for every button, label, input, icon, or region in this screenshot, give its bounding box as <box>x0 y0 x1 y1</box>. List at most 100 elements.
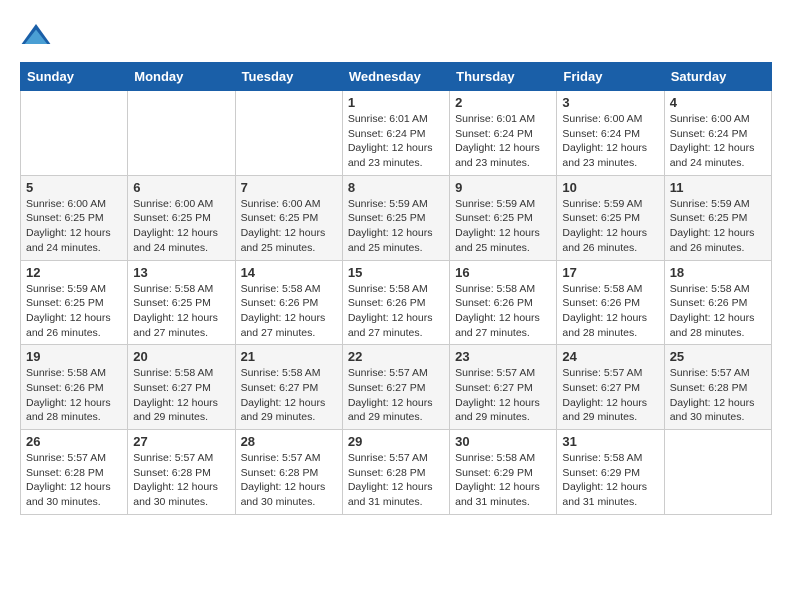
week-row-1: 1Sunrise: 6:01 AMSunset: 6:24 PMDaylight… <box>21 91 772 176</box>
day-info: Sunrise: 5:58 AMSunset: 6:27 PMDaylight:… <box>241 366 337 425</box>
day-number: 28 <box>241 434 337 449</box>
day-info: Sunrise: 5:58 AMSunset: 6:26 PMDaylight:… <box>241 282 337 341</box>
day-info: Sunrise: 5:57 AMSunset: 6:28 PMDaylight:… <box>133 451 229 510</box>
day-info: Sunrise: 5:59 AMSunset: 6:25 PMDaylight:… <box>26 282 122 341</box>
day-number: 22 <box>348 349 444 364</box>
day-number: 11 <box>670 180 766 195</box>
day-number: 8 <box>348 180 444 195</box>
day-cell-10: 10 Sunrise: 5:59 AMSunset: 6:25 PMDayligh… <box>557 175 664 260</box>
day-cell-14: 14 Sunrise: 5:58 AMSunset: 6:26 PMDayligh… <box>235 260 342 345</box>
weekday-header-tuesday: Tuesday <box>235 63 342 91</box>
day-cell-4: 4 Sunrise: 6:00 AMSunset: 6:24 PMDaylight… <box>664 91 771 176</box>
page-header <box>20 20 772 52</box>
weekday-header-row: SundayMondayTuesdayWednesdayThursdayFrid… <box>21 63 772 91</box>
day-info: Sunrise: 6:00 AMSunset: 6:24 PMDaylight:… <box>670 112 766 171</box>
day-cell-13: 13 Sunrise: 5:58 AMSunset: 6:25 PMDayligh… <box>128 260 235 345</box>
day-info: Sunrise: 5:57 AMSunset: 6:27 PMDaylight:… <box>455 366 551 425</box>
day-info: Sunrise: 5:59 AMSunset: 6:25 PMDaylight:… <box>348 197 444 256</box>
day-cell-17: 17 Sunrise: 5:58 AMSunset: 6:26 PMDayligh… <box>557 260 664 345</box>
day-info: Sunrise: 5:57 AMSunset: 6:28 PMDaylight:… <box>26 451 122 510</box>
day-info: Sunrise: 6:00 AMSunset: 6:24 PMDaylight:… <box>562 112 658 171</box>
empty-cell <box>664 430 771 515</box>
empty-cell <box>128 91 235 176</box>
logo <box>20 20 56 52</box>
day-cell-27: 27 Sunrise: 5:57 AMSunset: 6:28 PMDayligh… <box>128 430 235 515</box>
day-info: Sunrise: 5:58 AMSunset: 6:29 PMDaylight:… <box>562 451 658 510</box>
day-info: Sunrise: 5:58 AMSunset: 6:29 PMDaylight:… <box>455 451 551 510</box>
day-number: 7 <box>241 180 337 195</box>
day-info: Sunrise: 5:58 AMSunset: 6:25 PMDaylight:… <box>133 282 229 341</box>
day-number: 17 <box>562 265 658 280</box>
day-info: Sunrise: 5:58 AMSunset: 6:26 PMDaylight:… <box>670 282 766 341</box>
day-cell-9: 9 Sunrise: 5:59 AMSunset: 6:25 PMDaylight… <box>450 175 557 260</box>
day-number: 5 <box>26 180 122 195</box>
day-number: 15 <box>348 265 444 280</box>
day-cell-12: 12Sunrise: 5:59 AMSunset: 6:25 PMDayligh… <box>21 260 128 345</box>
day-number: 26 <box>26 434 122 449</box>
day-number: 9 <box>455 180 551 195</box>
day-number: 3 <box>562 95 658 110</box>
day-info: Sunrise: 5:59 AMSunset: 6:25 PMDaylight:… <box>455 197 551 256</box>
day-info: Sunrise: 6:00 AMSunset: 6:25 PMDaylight:… <box>133 197 229 256</box>
week-row-4: 19Sunrise: 5:58 AMSunset: 6:26 PMDayligh… <box>21 345 772 430</box>
day-info: Sunrise: 6:01 AMSunset: 6:24 PMDaylight:… <box>348 112 444 171</box>
day-number: 10 <box>562 180 658 195</box>
day-number: 23 <box>455 349 551 364</box>
empty-cell <box>235 91 342 176</box>
day-number: 4 <box>670 95 766 110</box>
day-cell-18: 18 Sunrise: 5:58 AMSunset: 6:26 PMDayligh… <box>664 260 771 345</box>
day-info: Sunrise: 5:59 AMSunset: 6:25 PMDaylight:… <box>562 197 658 256</box>
day-number: 31 <box>562 434 658 449</box>
day-cell-8: 8 Sunrise: 5:59 AMSunset: 6:25 PMDaylight… <box>342 175 449 260</box>
weekday-header-saturday: Saturday <box>664 63 771 91</box>
day-info: Sunrise: 6:01 AMSunset: 6:24 PMDaylight:… <box>455 112 551 171</box>
day-number: 25 <box>670 349 766 364</box>
day-info: Sunrise: 5:57 AMSunset: 6:28 PMDaylight:… <box>670 366 766 425</box>
day-cell-3: 3 Sunrise: 6:00 AMSunset: 6:24 PMDaylight… <box>557 91 664 176</box>
day-cell-20: 20 Sunrise: 5:58 AMSunset: 6:27 PMDayligh… <box>128 345 235 430</box>
day-info: Sunrise: 5:58 AMSunset: 6:26 PMDaylight:… <box>26 366 122 425</box>
week-row-5: 26 Sunrise: 5:57 AMSunset: 6:28 PMDayligh… <box>21 430 772 515</box>
day-info: Sunrise: 5:59 AMSunset: 6:25 PMDaylight:… <box>670 197 766 256</box>
day-cell-7: 7 Sunrise: 6:00 AMSunset: 6:25 PMDaylight… <box>235 175 342 260</box>
day-number: 13 <box>133 265 229 280</box>
day-cell-1: 1Sunrise: 6:01 AMSunset: 6:24 PMDaylight… <box>342 91 449 176</box>
day-info: Sunrise: 5:57 AMSunset: 6:27 PMDaylight:… <box>348 366 444 425</box>
day-cell-26: 26 Sunrise: 5:57 AMSunset: 6:28 PMDayligh… <box>21 430 128 515</box>
day-cell-11: 11 Sunrise: 5:59 AMSunset: 6:25 PMDayligh… <box>664 175 771 260</box>
weekday-header-sunday: Sunday <box>21 63 128 91</box>
day-cell-29: 29 Sunrise: 5:57 AMSunset: 6:28 PMDayligh… <box>342 430 449 515</box>
day-number: 6 <box>133 180 229 195</box>
day-cell-24: 24Sunrise: 5:57 AMSunset: 6:27 PMDayligh… <box>557 345 664 430</box>
logo-icon <box>20 20 52 52</box>
day-info: Sunrise: 5:57 AMSunset: 6:28 PMDaylight:… <box>348 451 444 510</box>
day-cell-15: 15 Sunrise: 5:58 AMSunset: 6:26 PMDayligh… <box>342 260 449 345</box>
day-number: 24 <box>562 349 658 364</box>
day-info: Sunrise: 5:58 AMSunset: 6:26 PMDaylight:… <box>562 282 658 341</box>
day-cell-28: 28 Sunrise: 5:57 AMSunset: 6:28 PMDayligh… <box>235 430 342 515</box>
week-row-3: 12Sunrise: 5:59 AMSunset: 6:25 PMDayligh… <box>21 260 772 345</box>
day-number: 30 <box>455 434 551 449</box>
day-info: Sunrise: 5:57 AMSunset: 6:28 PMDaylight:… <box>241 451 337 510</box>
day-number: 14 <box>241 265 337 280</box>
day-cell-21: 21 Sunrise: 5:58 AMSunset: 6:27 PMDayligh… <box>235 345 342 430</box>
day-info: Sunrise: 5:58 AMSunset: 6:26 PMDaylight:… <box>455 282 551 341</box>
day-info: Sunrise: 6:00 AMSunset: 6:25 PMDaylight:… <box>26 197 122 256</box>
day-cell-19: 19Sunrise: 5:58 AMSunset: 6:26 PMDayligh… <box>21 345 128 430</box>
day-number: 16 <box>455 265 551 280</box>
day-info: Sunrise: 5:58 AMSunset: 6:27 PMDaylight:… <box>133 366 229 425</box>
day-cell-22: 22 Sunrise: 5:57 AMSunset: 6:27 PMDayligh… <box>342 345 449 430</box>
day-number: 20 <box>133 349 229 364</box>
day-cell-23: 23 Sunrise: 5:57 AMSunset: 6:27 PMDayligh… <box>450 345 557 430</box>
day-number: 18 <box>670 265 766 280</box>
day-number: 2 <box>455 95 551 110</box>
day-info: Sunrise: 5:58 AMSunset: 6:26 PMDaylight:… <box>348 282 444 341</box>
day-info: Sunrise: 6:00 AMSunset: 6:25 PMDaylight:… <box>241 197 337 256</box>
day-cell-31: 31 Sunrise: 5:58 AMSunset: 6:29 PMDayligh… <box>557 430 664 515</box>
empty-cell <box>21 91 128 176</box>
day-number: 21 <box>241 349 337 364</box>
day-number: 29 <box>348 434 444 449</box>
day-cell-25: 25 Sunrise: 5:57 AMSunset: 6:28 PMDayligh… <box>664 345 771 430</box>
day-number: 27 <box>133 434 229 449</box>
weekday-header-friday: Friday <box>557 63 664 91</box>
